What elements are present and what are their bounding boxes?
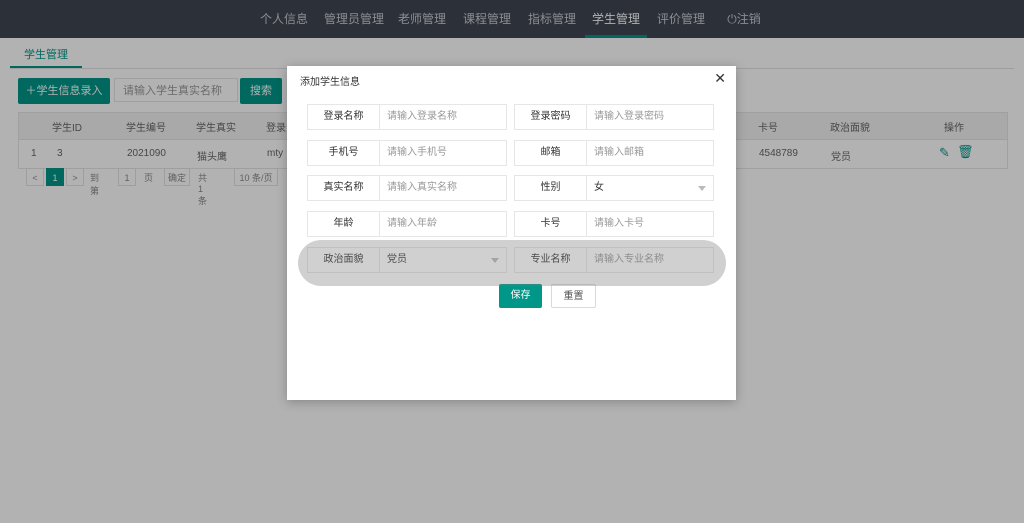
real-name-input[interactable]: 请输入真实名称 <box>380 175 507 201</box>
save-button[interactable]: 保存 <box>499 284 542 308</box>
close-icon[interactable]: ✕ <box>714 71 726 85</box>
gender-label: 性别 <box>514 175 587 201</box>
age-label: 年龄 <box>307 211 380 237</box>
watermark-band <box>298 240 726 286</box>
gender-select-value: 女 <box>594 182 604 193</box>
dialog-title: 添加学生信息 <box>300 77 360 88</box>
chevron-down-icon <box>698 186 706 191</box>
card-label: 卡号 <box>514 211 587 237</box>
card-input[interactable]: 请输入卡号 <box>587 211 714 237</box>
gender-select[interactable]: 女 <box>587 175 714 201</box>
reset-button[interactable]: 重置 <box>551 284 596 308</box>
phone-input[interactable]: 请输入手机号 <box>380 140 507 166</box>
email-label: 邮箱 <box>514 140 587 166</box>
phone-label: 手机号 <box>307 140 380 166</box>
age-input[interactable]: 请输入年龄 <box>380 211 507 237</box>
add-student-dialog: 添加学生信息 ✕ 登录名称 请输入登录名称 登录密码 请输入登录密码 手机号 请… <box>287 66 736 400</box>
login-name-input[interactable]: 请输入登录名称 <box>380 104 507 130</box>
login-password-input[interactable]: 请输入登录密码 <box>587 104 714 130</box>
real-name-label: 真实名称 <box>307 175 380 201</box>
login-name-label: 登录名称 <box>307 104 380 130</box>
login-password-label: 登录密码 <box>514 104 587 130</box>
email-input[interactable]: 请输入邮箱 <box>587 140 714 166</box>
